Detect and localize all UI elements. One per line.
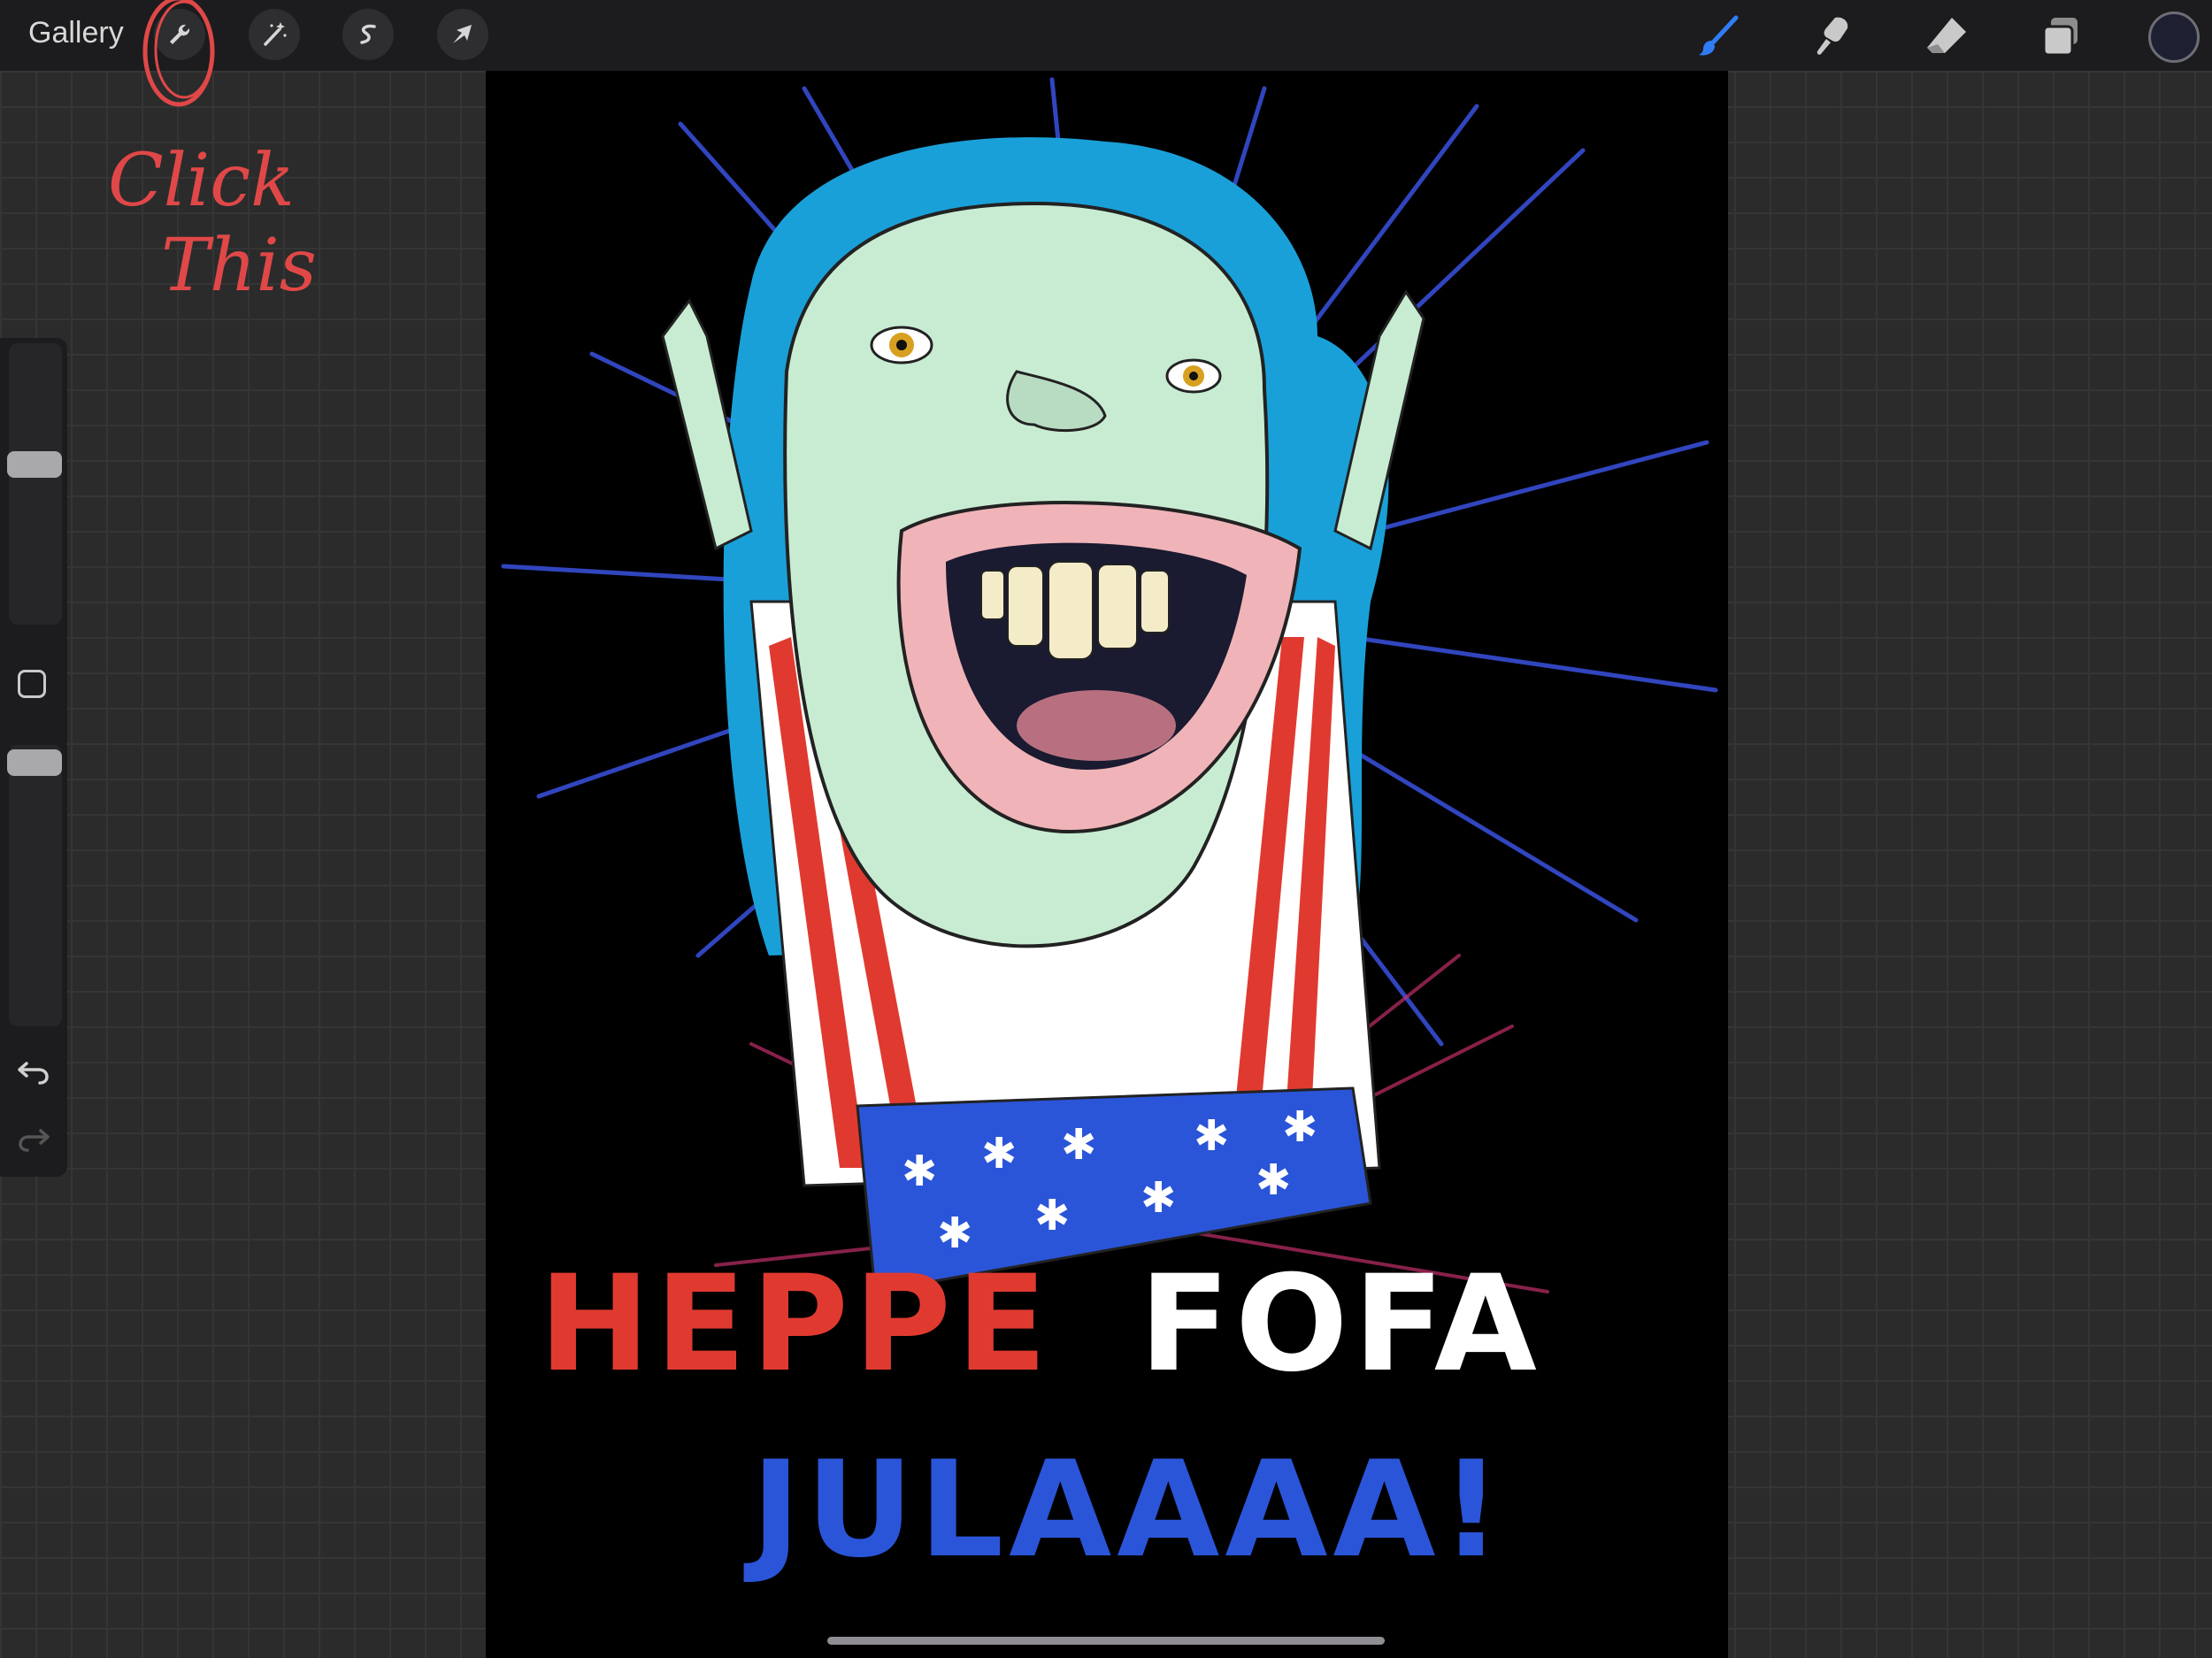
smudge-icon [1816,17,1848,55]
svg-text:✱: ✱ [1282,1102,1317,1152]
adjustments-button[interactable] [249,9,300,60]
top-toolbar: Gallery [0,0,2212,71]
actions-button[interactable] [154,9,205,60]
svg-text:✱: ✱ [981,1129,1017,1178]
opacity-slider[interactable] [7,745,62,1026]
tongue [1017,690,1176,761]
eraser-tool-button[interactable] [1920,9,1975,64]
artwork: ✱ ✱ ✱ ✱ ✱✱ ✱ ✱ ✱ [501,77,1718,1293]
color-picker-button[interactable] [2148,12,2200,63]
layers-button[interactable] [2033,9,2088,64]
undo-icon[interactable] [16,1053,51,1088]
slogan-word-fofa: FOFA [1139,1247,1542,1401]
selection-icon [360,24,376,44]
layers-icon [2042,18,2078,57]
modify-button[interactable] [18,670,46,698]
brush-icon [1699,15,1739,56]
transform-button[interactable] [437,9,488,60]
redo-icon[interactable] [16,1120,51,1155]
magic-wand-icon [264,22,287,46]
svg-text:✱: ✱ [902,1147,937,1196]
left-sidebar [0,338,67,1177]
brush-tool-button[interactable] [1692,9,1747,64]
brush-size-thumb[interactable] [7,451,62,478]
eraser-icon [1927,18,1966,53]
slogan-line1: HEPPE FOFA [539,1247,1542,1401]
slogan-word-heppe: HEPPE [539,1247,1053,1401]
home-indicator [827,1637,1385,1645]
selection-button[interactable] [342,9,394,60]
svg-text:✱: ✱ [1034,1191,1070,1240]
svg-text:✱: ✱ [1141,1173,1176,1223]
smudge-tool-button[interactable] [1805,9,1860,64]
transform-arrow-icon [453,25,472,43]
annotation-text-this: This [161,224,317,308]
annotation-text-click: Click [108,139,295,223]
svg-text:✱: ✱ [1256,1155,1291,1205]
gallery-button[interactable]: Gallery [28,16,124,50]
brush-size-slider[interactable] [7,343,62,625]
opacity-thumb[interactable] [7,749,62,776]
svg-text:✱: ✱ [1194,1111,1229,1161]
drawing-canvas[interactable]: ✱ ✱ ✱ ✱ ✱ ✱ ✱ ✱ ✱ HEPPE FOFA JULAAAA! [486,71,1728,1658]
wrench-icon [170,24,190,44]
slogan-line2: JULAAAA! [751,1433,1507,1587]
svg-text:✱: ✱ [1061,1120,1096,1170]
